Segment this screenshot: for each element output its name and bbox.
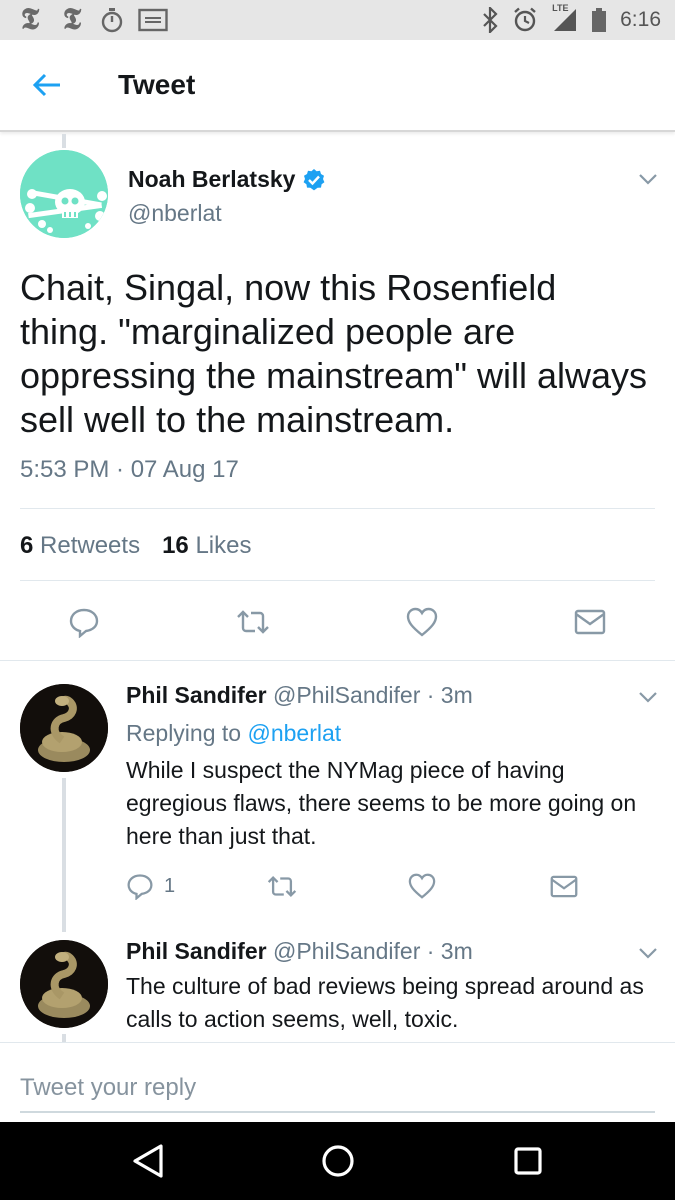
retweets-label: Retweets [40,532,141,559]
tweet-timestamp: 5:53 PM · 07 Aug 17 [20,456,239,483]
reply-author-handle[interactable]: @PhilSandifer [273,938,420,964]
reply-text: While I suspect the NYMag piece of havin… [126,757,637,849]
reply-button[interactable]: 1 [126,868,175,904]
reply-button[interactable] [62,600,106,644]
reply-text: The culture of bad reviews being spread … [126,973,644,1032]
tweet-text: Chait, Singal, now this Rosenfield thing… [20,267,648,440]
status-bar-left: 𝕿 𝕿 [16,5,168,35]
avatar[interactable] [20,940,108,1028]
chevron-down-icon [639,174,657,185]
circle-home-icon [322,1145,354,1177]
status-bar-right: LTE 6:16 [482,3,661,33]
reply-input[interactable] [20,1065,655,1113]
signal-icon: LTE [552,3,578,33]
mail-icon [550,875,578,897]
heart-icon [408,873,436,899]
reply-menu-button[interactable] [637,946,659,960]
reply-tweet[interactable]: Phil Sandifer @PhilSandifer · 3m Replyin… [0,662,675,932]
thread-line [62,134,66,148]
retweet-button[interactable] [266,868,298,904]
thread-line [62,778,66,932]
reply-time: · 3m [426,938,473,964]
nav-back-button[interactable] [128,1141,168,1181]
status-bar: 𝕿 𝕿 LTE 6:16 [0,0,675,40]
heart-icon [406,607,438,637]
divider [20,508,655,509]
network-type-label: LTE [552,3,569,13]
reply-count: 1 [164,874,176,897]
reply-header: Phil Sandifer @PhilSandifer · 3m [126,938,473,965]
reply-header: Phil Sandifer @PhilSandifer · 3m [126,682,473,709]
replying-to-label: Replying to [126,720,242,746]
chevron-down-icon [639,948,657,959]
author-handle[interactable]: @nberlat [128,200,222,227]
alarm-icon [512,7,538,33]
retweets-stat[interactable]: 6 Retweets [20,532,140,560]
thread-line [62,1034,66,1042]
nav-home-button[interactable] [318,1141,358,1181]
likes-label: Likes [195,532,252,559]
avatar[interactable] [20,684,108,772]
retweet-icon [267,875,297,897]
author-name-label: Noah Berlatsky [128,166,296,192]
mail-icon [574,609,606,635]
reply-author-name[interactable]: Phil Sandifer [126,938,267,964]
likes-count: 16 [162,532,189,559]
status-time: 6:16 [620,8,661,31]
verified-badge-icon [304,168,325,190]
like-button[interactable] [408,868,436,904]
tweet-actions [0,600,675,644]
nyt-icon: 𝕿 [20,3,40,36]
share-button[interactable] [550,868,578,904]
retweet-button[interactable] [231,600,275,644]
navigation-bar [0,1122,675,1200]
reply-menu-button[interactable] [637,690,659,704]
nav-recents-button[interactable] [508,1141,548,1181]
triangle-back-icon [133,1144,163,1178]
retweets-count: 6 [20,532,34,559]
avatar[interactable] [20,150,108,238]
main-tweet: Noah Berlatsky @nberlat Chait, Singal, n… [0,134,675,661]
reply-actions: 1 [0,868,675,904]
reply-icon [127,874,153,900]
back-button[interactable] [0,39,94,131]
bluetooth-icon [482,7,498,33]
voicemail-icon [138,8,168,32]
divider [20,580,655,581]
retweet-icon [237,610,269,634]
reply-time: · 3m [426,682,473,708]
reply-tweet[interactable]: Phil Sandifer @PhilSandifer · 3m The cul… [0,932,675,1042]
replying-to: Replying to @nberlat [126,720,341,747]
share-button[interactable] [568,600,612,644]
reply-author-name[interactable]: Phil Sandifer [126,682,267,708]
nyt-icon: 𝕿 [62,3,82,36]
page-title: Tweet [118,69,196,100]
reply-composer [0,1042,675,1122]
reply-author-handle[interactable]: @PhilSandifer [273,682,420,708]
square-recents-icon [514,1147,542,1175]
author-name[interactable]: Noah Berlatsky [128,166,326,193]
arrow-left-icon [32,73,60,97]
tweet-stats: 6 Retweets 16 Likes [20,532,251,560]
battery-icon [592,8,607,32]
reply-icon [69,608,99,638]
app-bar: Tweet [0,40,675,132]
like-button[interactable] [400,600,444,644]
tweet-menu-button[interactable] [637,172,659,186]
chevron-down-icon [639,692,657,703]
likes-stat[interactable]: 16 Likes [162,532,251,560]
replying-to-link[interactable]: @nberlat [247,720,341,746]
stopwatch-icon [100,7,124,33]
